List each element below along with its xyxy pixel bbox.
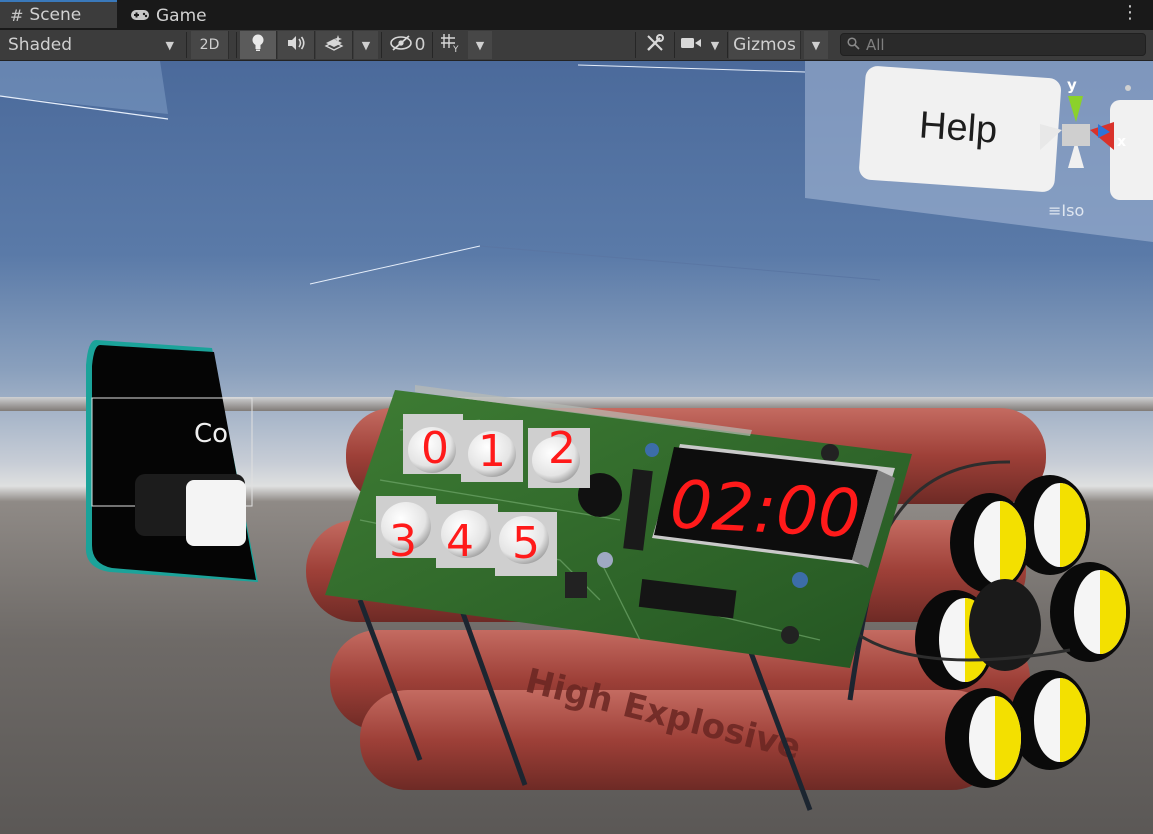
hidden-count: 0	[414, 35, 426, 55]
audio-toggle[interactable]	[278, 31, 315, 59]
more-options-icon[interactable]: ⋮	[1121, 4, 1139, 22]
layers-sparkle-icon	[324, 34, 344, 57]
search-placeholder: All	[866, 35, 885, 54]
gizmos-button[interactable]: Gizmos	[729, 31, 801, 59]
toggle-2d-button[interactable]: 2D	[191, 31, 229, 59]
keypad-digit-2: 2	[548, 423, 576, 474]
projection-toggle[interactable]: ≡Iso	[1048, 201, 1084, 220]
grid-snap-toggle[interactable]: Y	[436, 31, 466, 59]
keypad-digit-1: 1	[478, 426, 506, 477]
wrench-cross-icon	[645, 33, 665, 58]
gizmos-dropdown-arrow[interactable]: ▼	[804, 31, 828, 59]
camera-dropdown-arrow[interactable]: ▼	[704, 31, 726, 59]
tools-toggle[interactable]	[639, 31, 671, 59]
grid-axis-icon: Y	[440, 33, 462, 58]
scene-render: Help y x Co High Explosive 0 1 2 3 4 5 0…	[0, 61, 1153, 811]
speaker-icon	[286, 35, 306, 56]
tab-scene[interactable]: # Scene	[0, 0, 117, 28]
keypad-digit-3: 3	[389, 516, 417, 567]
camera-settings-button[interactable]	[678, 31, 704, 59]
gamepad-icon	[130, 7, 150, 26]
tab-game-label: Game	[156, 6, 207, 26]
menu-lines-icon: ≡	[1048, 201, 1062, 220]
help-button-label[interactable]: Help	[918, 104, 999, 151]
grid-hash-icon: #	[10, 5, 24, 25]
shading-mode-label: Shaded	[8, 35, 73, 55]
effects-toggle[interactable]	[316, 31, 353, 59]
gizmo-axis-x: x	[1117, 134, 1126, 150]
keypad-digit-0: 0	[421, 423, 449, 474]
toggle-2d-label: 2D	[199, 37, 220, 53]
camera-icon	[680, 35, 702, 55]
timer-readout: 02:00	[668, 466, 862, 553]
canvas-outline	[0, 61, 881, 285]
search-icon	[847, 36, 860, 54]
keypad-digit-4: 4	[446, 516, 474, 567]
svg-text:Y: Y	[452, 45, 459, 53]
dialog-panel	[85, 340, 258, 582]
eye-slash-icon	[389, 34, 413, 56]
tab-game[interactable]: Game	[130, 2, 230, 30]
projection-label: Iso	[1061, 201, 1085, 220]
keypad-digit-5: 5	[512, 518, 540, 569]
lighting-toggle[interactable]	[240, 31, 277, 59]
grid-dropdown-arrow[interactable]: ▼	[468, 31, 492, 59]
gizmo-axis-y: y	[1067, 76, 1077, 94]
scene-viewport[interactable]: Help y x Co High Explosive 0 1 2 3 4 5 0…	[0, 61, 1153, 834]
scene-search-input[interactable]: All	[840, 33, 1146, 56]
editor-tab-bar: # Scene Game ⋮	[0, 0, 1153, 30]
scene-visibility-toggle[interactable]: 0	[385, 31, 429, 59]
tab-scene-label: Scene	[29, 5, 82, 25]
dialog-partial-text: Co	[194, 419, 228, 449]
gizmos-label: Gizmos	[733, 35, 796, 55]
shading-mode-dropdown[interactable]: Shaded ▼	[0, 31, 182, 59]
help-panel	[805, 61, 1153, 242]
lightbulb-icon	[251, 34, 265, 57]
effects-dropdown-arrow[interactable]: ▼	[354, 31, 378, 59]
dropdown-arrow-icon: ▼	[165, 38, 174, 52]
